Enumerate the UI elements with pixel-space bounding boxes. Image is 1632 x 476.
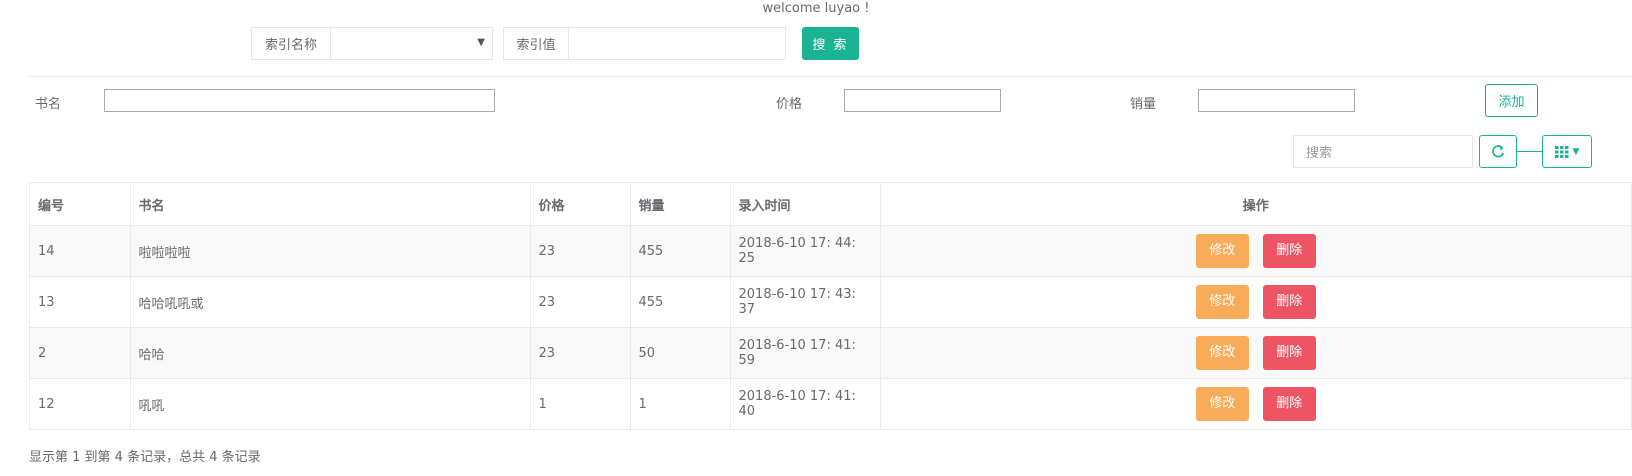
cell-id: 13	[30, 276, 131, 328]
table-header-row: 编号 书名 价格 销量 录入时间 操作	[30, 183, 1631, 226]
cell-actions: 修改 删除	[880, 378, 1631, 429]
add-button[interactable]: 添加	[1485, 84, 1538, 117]
index-name-select[interactable]: ▼	[330, 27, 493, 60]
sales-label: 销量	[1130, 97, 1157, 112]
title-label: 书名	[35, 97, 62, 112]
col-header-sales[interactable]: 销量	[630, 183, 731, 226]
price-label: 价格	[776, 97, 803, 112]
index-name-label: 索引名称	[251, 27, 331, 60]
grid-icon	[1554, 145, 1569, 158]
cell-sales: 455	[630, 276, 731, 328]
edit-button[interactable]: 修改	[1195, 285, 1249, 319]
delete-button[interactable]: 删除	[1262, 387, 1316, 421]
sales-input[interactable]	[1198, 89, 1355, 112]
index-value-label: 索引值	[503, 27, 569, 60]
col-header-actions: 操作	[880, 183, 1631, 226]
caret-down-icon: ▼	[477, 37, 485, 48]
index-value-input[interactable]	[568, 27, 786, 60]
title-input[interactable]	[104, 89, 495, 112]
cell-actions: 修改 删除	[880, 225, 1631, 277]
col-header-title[interactable]: 书名	[130, 183, 531, 226]
cell-sales: 455	[630, 225, 731, 277]
toolbar-connector	[1517, 151, 1542, 152]
edit-button[interactable]: 修改	[1195, 387, 1249, 421]
col-header-price[interactable]: 价格	[530, 183, 631, 226]
columns-button[interactable]: ▼	[1542, 135, 1592, 168]
table-search-input[interactable]: 搜索	[1293, 135, 1473, 168]
cell-title: 啦啦啦啦	[130, 225, 531, 277]
cell-title: 吼吼	[130, 378, 531, 429]
table-search-placeholder: 搜索	[1306, 146, 1333, 161]
edit-button[interactable]: 修改	[1195, 234, 1249, 268]
delete-button[interactable]: 删除	[1262, 336, 1316, 370]
cell-time: 2018-6-10 17: 43: 37	[730, 276, 881, 328]
welcome-text: welcome luyao !	[762, 1, 870, 16]
cell-title: 哈哈吼吼或	[130, 276, 531, 328]
cell-id: 2	[30, 327, 131, 379]
delete-button[interactable]: 删除	[1262, 234, 1316, 268]
cell-price: 23	[530, 225, 631, 277]
cell-actions: 修改 删除	[880, 327, 1631, 379]
index-search-button[interactable]: 搜 索	[802, 27, 859, 60]
cell-price: 23	[530, 276, 631, 328]
cell-sales: 1	[630, 378, 731, 429]
refresh-button[interactable]	[1479, 135, 1517, 168]
cell-time: 2018-6-10 17: 41: 40	[730, 378, 881, 429]
cell-sales: 50	[630, 327, 731, 379]
cell-price: 1	[530, 378, 631, 429]
delete-button[interactable]: 删除	[1262, 285, 1316, 319]
cell-id: 14	[30, 225, 131, 277]
table-row: 2 哈哈 23 50 2018-6-10 17: 41: 59 修改 删除	[30, 327, 1631, 379]
cell-id: 12	[30, 378, 131, 429]
cell-time: 2018-6-10 17: 44: 25	[730, 225, 881, 277]
caret-down-icon: ▼	[1572, 146, 1580, 157]
cell-price: 23	[530, 327, 631, 379]
table-row: 12 吼吼 1 1 2018-6-10 17: 41: 40 修改 删除	[30, 378, 1631, 429]
col-header-id[interactable]: 编号	[30, 183, 131, 226]
edit-button[interactable]: 修改	[1195, 336, 1249, 370]
pagination-summary: 显示第 1 到第 4 条记录，总共 4 条记录	[29, 450, 261, 465]
refresh-icon	[1492, 144, 1505, 157]
col-header-time[interactable]: 录入时间	[730, 183, 881, 226]
price-input[interactable]	[844, 89, 1001, 112]
table-row: 13 哈哈吼吼或 23 455 2018-6-10 17: 43: 37 修改删…	[30, 276, 1631, 328]
cell-actions: 修改 删除	[880, 276, 1631, 328]
cell-title: 哈哈	[130, 327, 531, 379]
divider	[29, 76, 1632, 77]
cell-time: 2018-6-10 17: 41: 59	[730, 327, 881, 379]
table-row: 14 啦啦啦啦 23 455 2018-6-10 17: 44: 25 修改 删除	[30, 225, 1631, 277]
books-table: 编号 书名 价格 销量 录入时间 操作 14 啦啦啦啦 23 455 2018-…	[29, 182, 1632, 430]
